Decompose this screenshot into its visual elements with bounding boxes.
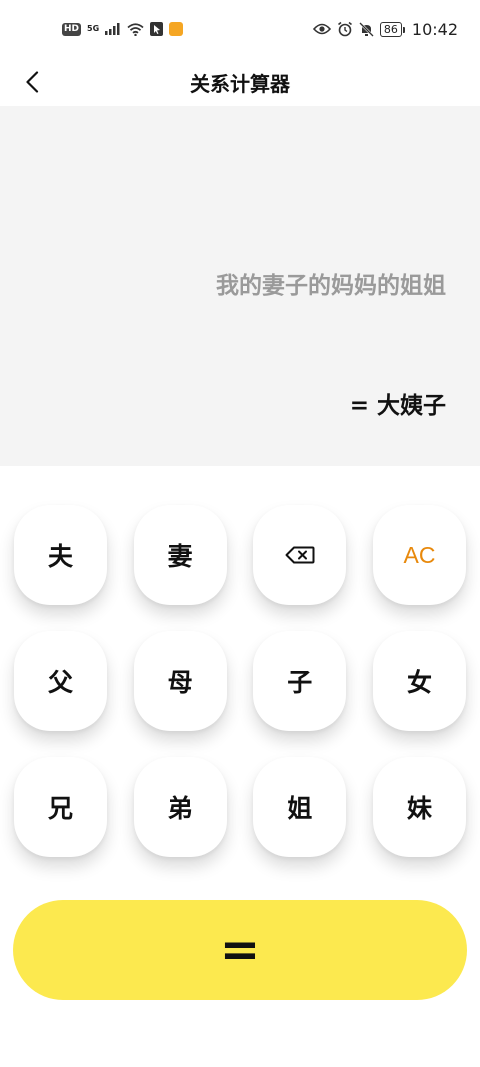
key-elder-brother[interactable]: 兄 bbox=[14, 757, 107, 857]
hd-badge: HD bbox=[62, 22, 82, 36]
alarm-icon bbox=[337, 21, 353, 37]
chevron-left-icon bbox=[26, 71, 39, 93]
key-father[interactable]: 父 bbox=[14, 631, 107, 731]
key-younger-brother[interactable]: 弟 bbox=[133, 757, 227, 857]
wifi-icon bbox=[127, 22, 144, 36]
signal-icon bbox=[105, 23, 121, 35]
key-daughter[interactable]: 女 bbox=[372, 631, 466, 731]
network-type: 5G bbox=[87, 24, 100, 33]
key-son[interactable]: 子 bbox=[253, 631, 347, 731]
key-younger-sister[interactable]: 妹 bbox=[372, 757, 466, 857]
key-mother[interactable]: 母 bbox=[133, 631, 227, 731]
calculation-display: 我的妻子的妈妈的姐姐 = 大姨子 bbox=[0, 106, 480, 466]
key-wife[interactable]: 妻 bbox=[133, 505, 227, 605]
status-bar: HD 5G 86 10:42 bbox=[0, 0, 480, 58]
clear-all-button[interactable]: AC bbox=[372, 505, 466, 605]
expression-text: 我的妻子的妈妈的姐姐 bbox=[216, 273, 446, 299]
eye-icon bbox=[312, 23, 331, 35]
battery-indicator: 86 bbox=[379, 21, 405, 37]
keypad-row-1: 夫 妻 AC bbox=[14, 505, 466, 605]
app-header: 关系计算器 bbox=[0, 58, 480, 106]
cursor-app-icon bbox=[150, 22, 164, 36]
backspace-icon bbox=[285, 546, 315, 564]
keypad: 夫 妻 AC 父 母 子 女 兄 弟 姐 妹 bbox=[14, 505, 466, 883]
status-left: HD 5G bbox=[62, 22, 184, 36]
key-husband[interactable]: 夫 bbox=[14, 505, 107, 605]
mute-icon bbox=[359, 21, 374, 37]
page-title: 关系计算器 bbox=[190, 71, 290, 96]
keypad-row-3: 兄 弟 姐 妹 bbox=[14, 757, 466, 857]
result-text: = 大姨子 bbox=[349, 393, 446, 419]
backspace-button[interactable] bbox=[253, 505, 347, 605]
back-button[interactable] bbox=[14, 64, 50, 100]
app-icon bbox=[169, 22, 184, 36]
keypad-row-2: 父 母 子 女 bbox=[14, 631, 466, 731]
status-right: 86 10:42 bbox=[312, 19, 458, 39]
key-elder-sister[interactable]: 姐 bbox=[253, 757, 347, 857]
clock-time: 10:42 bbox=[411, 19, 458, 39]
equals-button[interactable]: = bbox=[13, 900, 467, 1000]
